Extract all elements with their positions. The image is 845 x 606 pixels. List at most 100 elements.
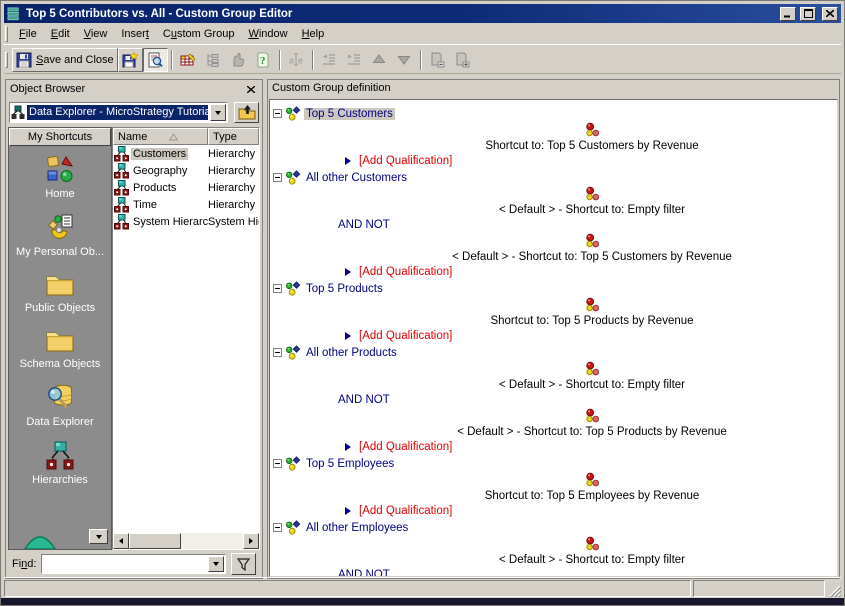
tree-shortcut-item[interactable]: < Default > - Shortcut to: Top 5 Product…	[270, 408, 837, 438]
object-browser-title: Object Browser	[10, 83, 86, 95]
menu-items: File Edit View Insert Custom Group Window Help	[12, 25, 331, 43]
tree-shortcut-item[interactable]: Shortcut to: Top 5 Employees by Revenue	[270, 472, 837, 502]
menu-bar-grip[interactable]	[5, 25, 8, 42]
sidebar-item-data-explorer[interactable]: Data Explorer	[9, 383, 111, 428]
tree-item-label: [Add Qualification]	[359, 154, 453, 167]
list-item-customers[interactable]: Customers Hierarchy	[113, 145, 259, 162]
tree-addqual-item[interactable]: [Add Qualification]	[270, 263, 837, 280]
toolbar-separator	[419, 49, 422, 70]
save-and-close-button-label: Save and Close	[36, 53, 114, 66]
scrollbar-thumb[interactable]	[129, 533, 181, 549]
expand-elements-button	[450, 48, 475, 72]
tree-shortcut-item[interactable]: Shortcut to: Top 5 Products by Revenue	[270, 297, 837, 327]
data-explorer-icon	[45, 383, 75, 413]
column-header-label: Type	[213, 130, 237, 143]
custom-group-element-top-5-employees[interactable]: Top 5 Employees	[270, 455, 837, 472]
svg-text:a: a	[289, 55, 294, 65]
scroll-left-button[interactable]	[113, 533, 129, 549]
folder-dropdown-arrow[interactable]	[210, 104, 226, 121]
object-browser-close-button[interactable]	[243, 82, 258, 96]
column-header-name[interactable]: Name	[113, 128, 208, 145]
list-item-type: Hierarchy	[208, 198, 256, 211]
folder-dropdown[interactable]: Data Explorer - MicroStrategy Tutorial	[9, 102, 228, 123]
resize-grip[interactable]	[827, 580, 841, 597]
collapse-toggle-icon[interactable]	[273, 284, 282, 293]
list-item-system-hierarchy[interactable]: System HierarchySystem Hierarchy	[113, 213, 259, 230]
sidebar-item-label: My Personal Ob...	[15, 246, 105, 258]
outdent-icon	[321, 52, 337, 68]
menu-insert[interactable]: Insert	[114, 25, 156, 43]
custom-group-element-top-5-products[interactable]: Top 5 Products	[270, 280, 837, 297]
object-browser-toggle-button[interactable]	[142, 47, 168, 72]
tree-shortcut-item[interactable]: < Default > - Shortcut to: Empty filter	[270, 536, 837, 566]
collapse-toggle-icon[interactable]	[273, 348, 282, 357]
save-and-close-button[interactable]: Save and Close	[12, 47, 118, 72]
hierarchy-small-icon	[114, 162, 129, 179]
list-item-geography[interactable]: Geography Hierarchy	[113, 162, 259, 179]
tree-addqual-item[interactable]: [Add Qualification]	[270, 502, 837, 519]
find-dropdown-arrow[interactable]	[208, 556, 224, 572]
up-one-level-button[interactable]	[234, 102, 259, 123]
collapse-elements-button	[425, 48, 450, 72]
help-button[interactable]: ?	[251, 48, 276, 72]
outdent-button	[317, 48, 342, 72]
custom-group-panel: Custom Group definition Top 5 Customers S…	[267, 79, 840, 579]
scrollbar-track[interactable]	[181, 533, 243, 549]
menu-window[interactable]: Window	[241, 25, 294, 43]
filter-balls-icon	[585, 408, 600, 423]
object-browser-panel: Object Browser Data Explorer - MicroStra…	[5, 79, 263, 579]
shortcuts-scroll-down-button[interactable]	[89, 529, 108, 544]
list-item-type: Hierarchy	[208, 147, 256, 160]
custom-group-options-button[interactable]	[176, 48, 201, 72]
list-horizontal-scrollbar[interactable]	[113, 533, 259, 549]
menu-view[interactable]: View	[77, 25, 115, 43]
custom-group-element-all-other-employees[interactable]: All other Employees	[270, 519, 837, 536]
find-input[interactable]	[43, 557, 208, 571]
collapse-toggle-icon[interactable]	[273, 109, 282, 118]
my-shortcuts-button[interactable]: My Shortcuts	[9, 128, 111, 146]
home-icon	[45, 155, 75, 185]
sidebar-item-schema-objects[interactable]: Schema Objects	[9, 327, 111, 370]
filter-button[interactable]	[231, 553, 256, 575]
toolbar-grip[interactable]	[5, 51, 8, 68]
tree-operator-item: AND NOT	[270, 566, 837, 577]
tree-addqual-item[interactable]: [Add Qualification]	[270, 152, 837, 169]
list-item-time[interactable]: Time Hierarchy	[113, 196, 259, 213]
sidebar-item-hierarchies[interactable]: Hierarchies	[9, 441, 111, 486]
column-header-type[interactable]: Type	[208, 128, 259, 145]
close-button[interactable]	[822, 6, 838, 21]
menu-edit[interactable]: Edit	[44, 25, 77, 43]
list-item-name-cell: Customers	[113, 145, 208, 162]
menu-file[interactable]: File	[12, 25, 44, 43]
collapse-toggle-icon[interactable]	[273, 173, 282, 182]
menu-help[interactable]: Help	[295, 25, 332, 43]
scroll-right-button[interactable]	[243, 533, 259, 549]
menu-custom-group[interactable]: Custom Group	[156, 25, 242, 43]
tree-item-label: < Default > - Shortcut to: Empty filter	[499, 379, 685, 391]
custom-group-element-top-5-customers[interactable]: Top 5 Customers	[270, 105, 837, 122]
minimize-button[interactable]	[780, 6, 796, 21]
sidebar-item-my-personal-ob[interactable]: My Personal Ob...	[9, 213, 111, 258]
custom-group-element-all-other-products[interactable]: All other Products	[270, 344, 837, 361]
tree-shortcut-item[interactable]: < Default > - Shortcut to: Empty filter	[270, 361, 837, 391]
list-item-products[interactable]: Products Hierarchy	[113, 179, 259, 196]
sidebar-item-public-objects[interactable]: Public Objects	[9, 271, 111, 314]
maximize-button[interactable]	[800, 6, 816, 21]
collapse-toggle-icon[interactable]	[273, 459, 282, 468]
tree-shortcut-item[interactable]: < Default > - Shortcut to: Empty filter	[270, 186, 837, 216]
tree-item-label: AND NOT	[338, 218, 390, 231]
collapse-toggle-icon[interactable]	[273, 523, 282, 532]
tree-shortcut-item[interactable]: Shortcut to: Top 5 Customers by Revenue	[270, 122, 837, 152]
custom-group-element-all-other-customers[interactable]: All other Customers	[270, 169, 837, 186]
save-as-button[interactable]	[117, 47, 143, 72]
tree-item-label: Top 5 Employees	[306, 457, 395, 470]
find-row: Find:	[8, 553, 260, 575]
tree-item-label: < Default > - Shortcut to: Top 5 Product…	[457, 426, 727, 438]
tree-shortcut-item[interactable]: < Default > - Shortcut to: Top 5 Custome…	[270, 233, 837, 263]
group-balls-icon	[285, 455, 301, 472]
tree-addqual-item[interactable]: [Add Qualification]	[270, 438, 837, 455]
search-icon-partial[interactable]	[21, 530, 59, 550]
tree-addqual-item[interactable]: [Add Qualification]	[270, 327, 837, 344]
sidebar-item-label: Schema Objects	[19, 358, 101, 370]
sidebar-item-home[interactable]: Home	[9, 155, 111, 200]
